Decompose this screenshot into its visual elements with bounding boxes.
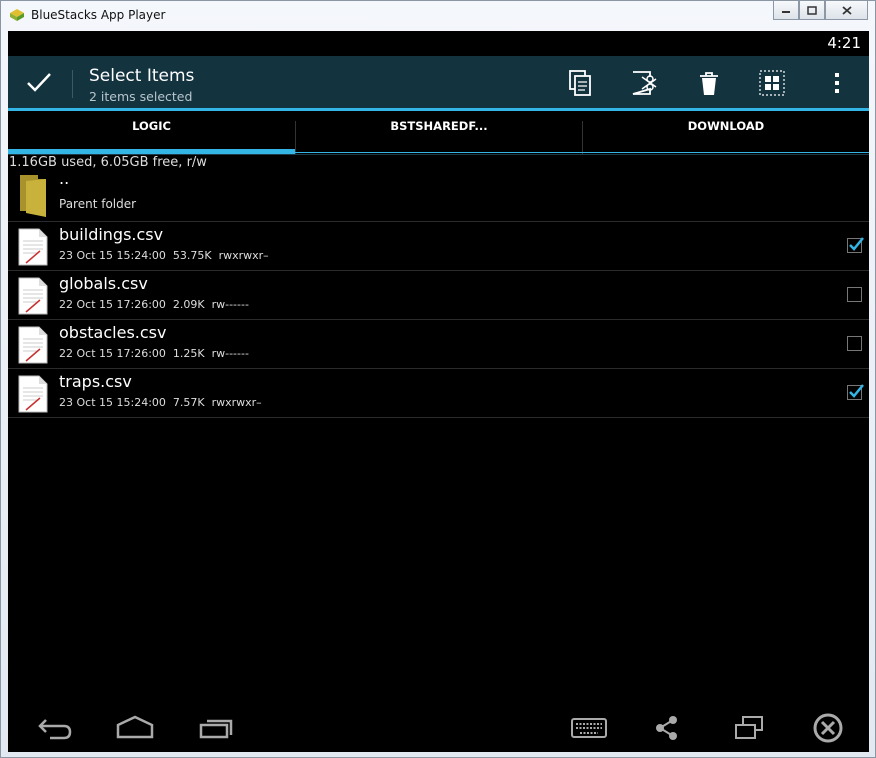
cut-icon[interactable] bbox=[630, 69, 658, 97]
maximize-icon bbox=[807, 5, 817, 15]
folder-icon bbox=[20, 175, 46, 217]
android-screen: 4:21 Select Items 2 items selected LOGIC… bbox=[8, 31, 869, 752]
file-name: globals.csv bbox=[59, 274, 148, 293]
file-name: traps.csv bbox=[59, 372, 132, 391]
file-name: obstacles.csv bbox=[59, 323, 167, 342]
file-row[interactable]: obstacles.csv 22 Oct 15 17:26:00 1.25K r… bbox=[8, 320, 869, 369]
action-divider bbox=[72, 70, 73, 98]
file-name: buildings.csv bbox=[59, 225, 164, 244]
tab-download[interactable]: DOWNLOAD bbox=[583, 111, 869, 154]
keyboard-icon[interactable] bbox=[570, 713, 608, 743]
clock: 4:21 bbox=[827, 34, 861, 52]
share-icon[interactable] bbox=[652, 713, 682, 743]
csv-file-icon bbox=[18, 326, 48, 364]
close-icon bbox=[841, 5, 852, 15]
close-app-icon[interactable] bbox=[812, 713, 844, 745]
select-all-icon[interactable] bbox=[758, 69, 786, 97]
file-meta: 23 Oct 15 15:24:00 7.57K rwxrwxr– bbox=[59, 396, 262, 409]
window-title: BlueStacks App Player bbox=[31, 8, 166, 22]
action-subtitle: 2 items selected bbox=[89, 89, 193, 104]
tab-bar: LOGIC BSTSHAREDF... DOWNLOAD bbox=[8, 111, 869, 155]
action-title: Select Items bbox=[89, 66, 195, 86]
window-titlebar[interactable]: BlueStacks App Player bbox=[1, 1, 875, 31]
tab-baseline bbox=[295, 152, 869, 153]
recent-apps-icon[interactable] bbox=[197, 713, 235, 743]
home-icon[interactable] bbox=[115, 713, 155, 743]
csv-file-icon bbox=[18, 375, 48, 413]
parent-folder-row[interactable]: .. Parent folder bbox=[8, 169, 869, 222]
file-meta: 22 Oct 15 17:26:00 2.09K rw------ bbox=[59, 298, 249, 311]
parent-folder-name: .. bbox=[59, 169, 70, 188]
checkmark-icon bbox=[849, 384, 864, 398]
window-close-button[interactable] bbox=[825, 1, 868, 20]
file-meta: 23 Oct 15 15:24:00 53.75K rwxrwxr– bbox=[59, 249, 269, 262]
app-window: BlueStacks App Player 4:21 Select Items … bbox=[0, 0, 876, 758]
navigation-bar bbox=[8, 703, 869, 752]
parent-folder-label: Parent folder bbox=[59, 197, 137, 211]
tab-bstsharedf[interactable]: BSTSHAREDF... bbox=[296, 111, 582, 154]
overflow-menu-icon[interactable] bbox=[823, 69, 851, 97]
minimize-icon bbox=[782, 11, 790, 13]
file-row[interactable]: globals.csv 22 Oct 15 17:26:00 2.09K rw-… bbox=[8, 271, 869, 320]
window-toggle-icon[interactable] bbox=[733, 713, 765, 743]
file-meta: 22 Oct 15 17:26:00 1.25K rw------ bbox=[59, 347, 249, 360]
trash-icon[interactable] bbox=[695, 69, 723, 97]
file-checkbox[interactable] bbox=[847, 384, 864, 400]
file-row[interactable]: traps.csv 23 Oct 15 15:24:00 7.57K rwxrw… bbox=[8, 369, 869, 418]
checkmark-icon bbox=[849, 237, 864, 251]
status-bar: 4:21 bbox=[8, 31, 869, 56]
tab-selected-indicator bbox=[8, 149, 295, 154]
csv-file-icon bbox=[18, 228, 48, 266]
maximize-button[interactable] bbox=[799, 1, 825, 20]
file-checkbox[interactable] bbox=[847, 336, 862, 351]
action-bar: Select Items 2 items selected bbox=[8, 56, 869, 108]
back-icon[interactable] bbox=[36, 713, 74, 743]
check-icon[interactable] bbox=[22, 68, 56, 96]
tab-logic[interactable]: LOGIC bbox=[8, 111, 295, 154]
file-checkbox[interactable] bbox=[847, 287, 862, 302]
storage-info: 1.16GB used, 6.05GB free, r/w bbox=[9, 155, 207, 170]
copy-icon[interactable] bbox=[567, 69, 595, 97]
csv-file-icon bbox=[18, 277, 48, 315]
file-checkbox[interactable] bbox=[847, 237, 864, 253]
minimize-button[interactable] bbox=[773, 1, 799, 20]
bluestacks-logo-icon bbox=[10, 9, 24, 21]
file-row[interactable]: buildings.csv 23 Oct 15 15:24:00 53.75K … bbox=[8, 222, 869, 271]
